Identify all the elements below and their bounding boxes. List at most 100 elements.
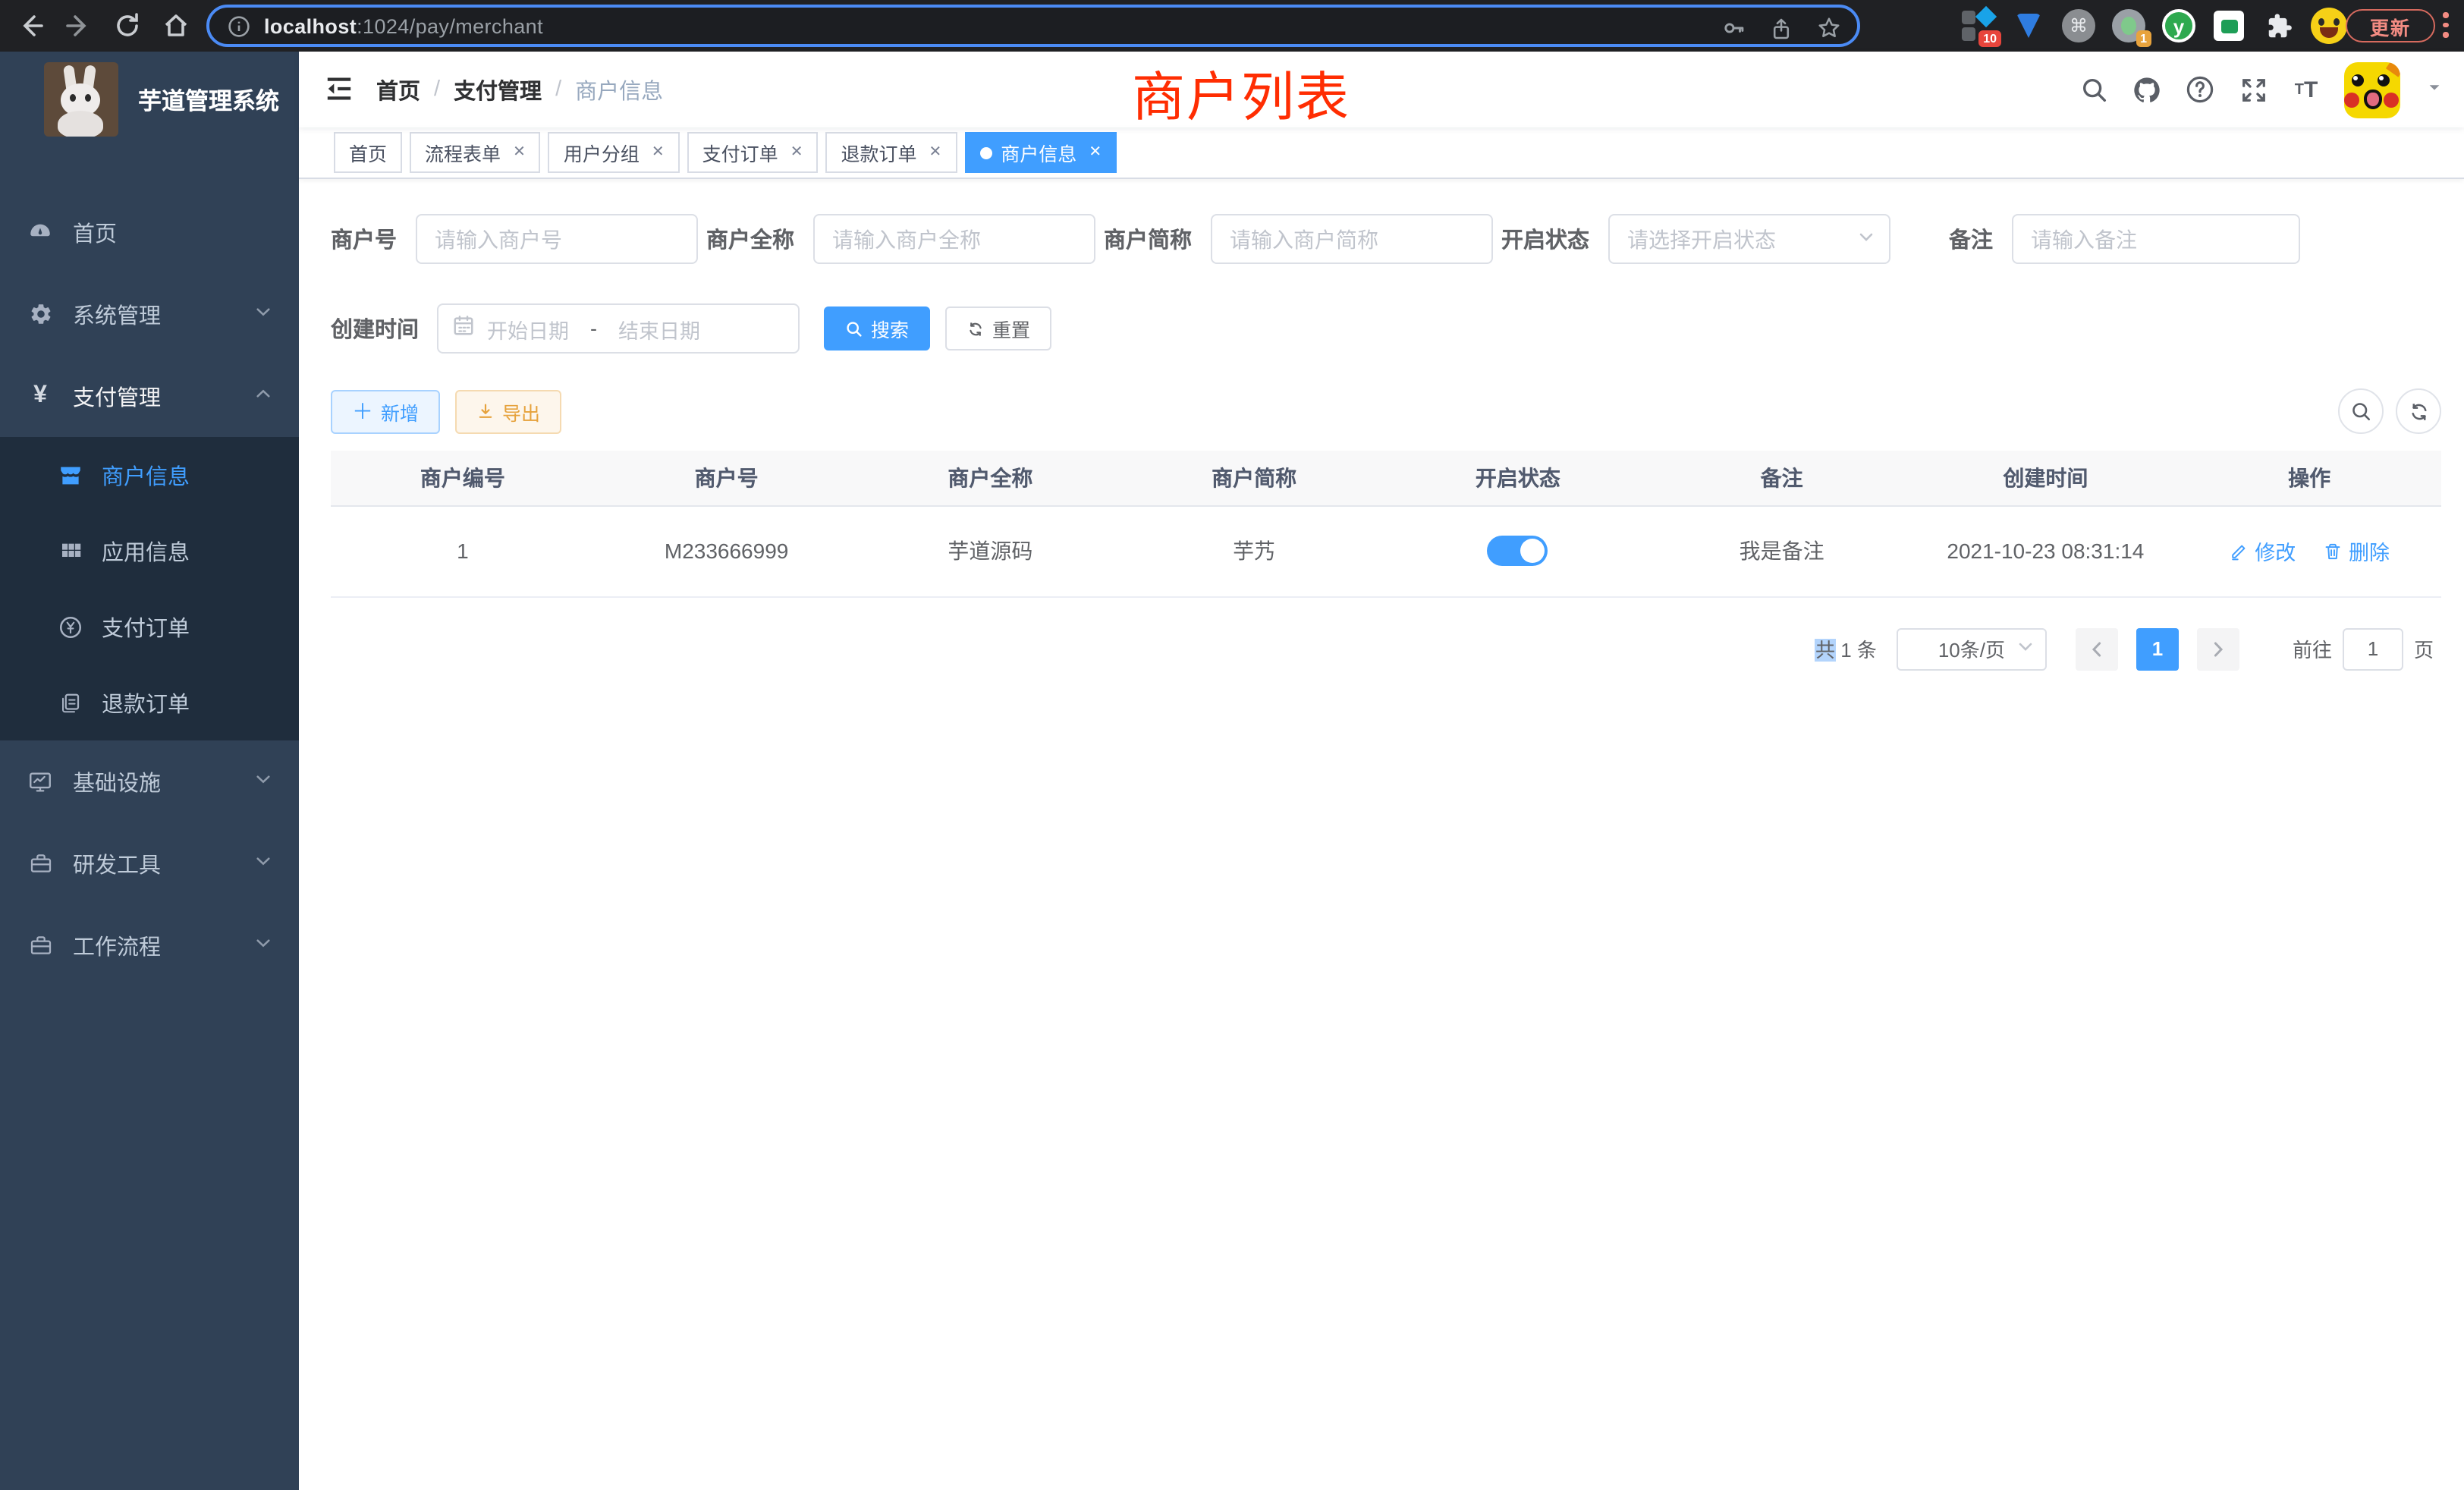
status-toggle[interactable] xyxy=(1488,536,1548,566)
sidebar-item-app-info[interactable]: 应用信息 xyxy=(0,513,299,589)
avatar-caret-icon[interactable] xyxy=(2426,76,2443,103)
sidebar-item-workflow[interactable]: 工作流程 xyxy=(0,904,299,986)
tab-process-form[interactable]: 流程表单✕ xyxy=(410,132,541,173)
tab-payment-orders[interactable]: 支付订单✕ xyxy=(687,132,819,173)
refresh-icon xyxy=(966,319,985,338)
sidebar-item-payment-orders[interactable]: 支付订单 xyxy=(0,589,299,665)
export-button[interactable]: 导出 xyxy=(455,389,561,433)
col-merchant-no: 商户号 xyxy=(595,451,859,505)
close-icon[interactable]: ✕ xyxy=(1089,144,1102,161)
sidebar-item-payment[interactable]: ¥ 支付管理 xyxy=(0,355,299,437)
browser-home-icon[interactable] xyxy=(161,11,191,41)
edit-link[interactable]: 修改 xyxy=(2229,536,2296,566)
tab-user-group[interactable]: 用户分组✕ xyxy=(548,132,680,173)
close-icon[interactable]: ✕ xyxy=(652,144,665,161)
close-icon[interactable]: ✕ xyxy=(790,144,803,161)
full-name-input[interactable] xyxy=(812,214,1095,264)
page-size-select[interactable]: 10条/页 xyxy=(1897,627,2047,670)
date-end-placeholder[interactable]: 结束日期 xyxy=(618,313,700,344)
close-icon[interactable]: ✕ xyxy=(929,144,942,161)
date-start-placeholder[interactable]: 开始日期 xyxy=(487,313,569,344)
user-avatar[interactable] xyxy=(2344,61,2400,118)
filter-full-name: 商户全称 xyxy=(706,214,1095,264)
total-count: 共 1 条 xyxy=(1815,634,1877,663)
tab-merchant-info[interactable]: 商户信息✕ xyxy=(964,132,1117,173)
address-bar[interactable]: localhost:1024/pay/merchant xyxy=(206,5,1860,47)
breadcrumb-payment[interactable]: 支付管理 xyxy=(454,74,542,105)
chat-extension-icon[interactable] xyxy=(2211,8,2247,44)
remark-input[interactable] xyxy=(2011,214,2299,264)
app-logo[interactable]: 芋道管理系统 xyxy=(0,52,299,140)
toolbox-icon xyxy=(27,850,53,876)
add-button[interactable]: ＋ 新增 xyxy=(331,389,440,433)
grid-icon xyxy=(58,538,83,564)
full-name-label: 商户全称 xyxy=(706,223,812,255)
next-page-button[interactable] xyxy=(2197,627,2239,670)
tab-home[interactable]: 首页 xyxy=(334,132,402,173)
top-navbar: 首页 / 支付管理 / 商户信息 TT xyxy=(299,52,2464,127)
sidebar-item-infrastructure[interactable]: 基础设施 xyxy=(0,740,299,822)
dashboard-icon xyxy=(27,219,53,245)
share-icon[interactable] xyxy=(1769,16,1793,40)
browser-forward-icon[interactable] xyxy=(64,11,94,41)
delete-link[interactable]: 删除 xyxy=(2323,536,2390,566)
cell-merchant-id: 1 xyxy=(331,505,595,596)
bookmark-star-icon[interactable] xyxy=(1816,15,1842,41)
page-number-1[interactable]: 1 xyxy=(2136,627,2179,670)
refresh-table-button[interactable] xyxy=(2396,388,2441,434)
password-key-icon[interactable] xyxy=(1721,15,1746,41)
browser-reload-icon[interactable] xyxy=(112,11,143,41)
browser-menu-icon[interactable] xyxy=(2443,12,2449,37)
status-select[interactable]: 请选择开启状态 xyxy=(1608,214,1890,264)
chevron-up-icon xyxy=(255,384,272,408)
app-title: 芋道管理系统 xyxy=(138,83,279,116)
extension-icons: 10 ⌘ 1 y xyxy=(1960,6,2347,46)
close-icon[interactable]: ✕ xyxy=(513,144,526,161)
fullscreen-icon[interactable] xyxy=(2238,74,2268,105)
sidebar: 芋道管理系统 首页 系统管理 ¥ 支付管理 xyxy=(0,52,299,1490)
sidebar-item-dev-tools[interactable]: 研发工具 xyxy=(0,822,299,904)
trash-icon xyxy=(2323,541,2343,561)
filter-create-time: 创建时间 开始日期 - 结束日期 xyxy=(331,303,800,354)
toggle-search-button[interactable] xyxy=(2338,388,2384,434)
sidebar-item-system[interactable]: 系统管理 xyxy=(0,273,299,355)
reset-button[interactable]: 重置 xyxy=(945,306,1051,350)
tab-manager-extension-icon[interactable]: 10 xyxy=(1960,8,1997,44)
search-icon[interactable] xyxy=(2079,74,2109,105)
help-icon[interactable] xyxy=(2185,74,2215,105)
chrome-update-button[interactable]: 更新 xyxy=(2346,9,2435,42)
site-info-icon[interactable] xyxy=(228,14,250,37)
sidebar-item-refund-orders[interactable]: 退款订单 xyxy=(0,665,299,740)
col-status: 开启状态 xyxy=(1386,451,1650,505)
search-button[interactable]: 搜索 xyxy=(824,306,930,350)
merchant-no-input[interactable] xyxy=(415,214,697,264)
tab-refund-orders[interactable]: 退款订单✕ xyxy=(825,132,957,173)
chevron-down-icon xyxy=(255,302,272,326)
command-extension-icon[interactable]: ⌘ xyxy=(2060,8,2097,44)
goto-page-input[interactable] xyxy=(2343,627,2403,670)
chevron-down-icon xyxy=(1856,225,1875,253)
chevron-down-icon xyxy=(255,933,272,957)
recorder-extension-icon[interactable]: 1 xyxy=(2110,8,2147,44)
github-icon[interactable] xyxy=(2132,74,2162,105)
sidebar-item-home[interactable]: 首页 xyxy=(0,191,299,273)
browser-profile-avatar[interactable] xyxy=(2311,8,2347,44)
browser-back-icon[interactable] xyxy=(15,11,46,41)
table-row: 1 M233666999 芋道源码 芋艿 我是备注 2021-10-23 08:… xyxy=(331,505,2441,596)
sidebar-collapse-icon[interactable] xyxy=(325,74,354,103)
logo-image xyxy=(44,62,118,137)
sidebar-menu: 首页 系统管理 ¥ 支付管理 商户信息 xyxy=(0,191,299,986)
prev-page-button[interactable] xyxy=(2076,627,2118,670)
search-icon xyxy=(2349,400,2372,423)
breadcrumb-home[interactable]: 首页 xyxy=(376,74,420,105)
sidebar-item-merchant-info[interactable]: 商户信息 xyxy=(0,437,299,513)
font-size-icon[interactable]: TT xyxy=(2291,74,2321,105)
extensions-puzzle-icon[interactable] xyxy=(2261,8,2297,44)
browser-toolbar: localhost:1024/pay/merchant 10 ⌘ 1 y xyxy=(0,0,2464,52)
date-range-input[interactable]: 开始日期 - 结束日期 xyxy=(437,303,800,354)
yudao-extension-icon[interactable]: y xyxy=(2161,8,2197,44)
gem-extension-icon[interactable] xyxy=(2010,8,2047,44)
extension-badge: 10 xyxy=(1978,30,2001,47)
url-path: :1024/pay/merchant xyxy=(357,14,543,37)
short-name-input[interactable] xyxy=(1210,214,1492,264)
